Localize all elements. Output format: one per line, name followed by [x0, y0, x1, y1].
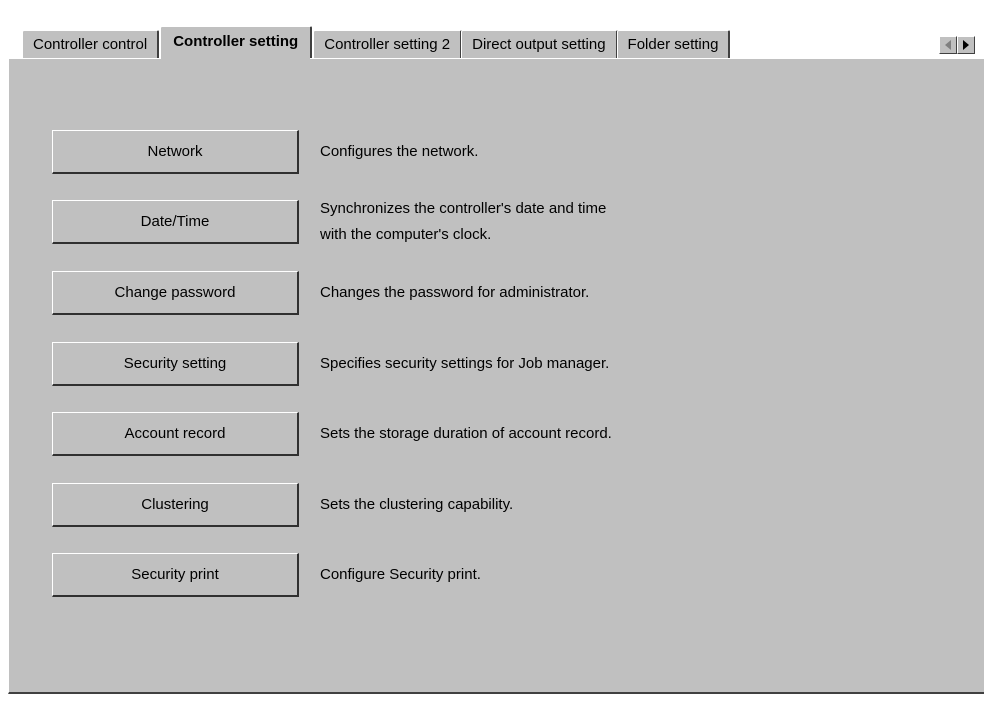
description-line: with the computer's clock.: [320, 226, 492, 243]
tab-scroll-right-button[interactable]: [957, 36, 975, 54]
setting-row-security-print: Security print Configure Security print.: [52, 553, 481, 597]
controller-settings-window: Controller control Controller setting Co…: [0, 0, 984, 709]
description-line: Configure Security print.: [320, 566, 481, 583]
controller-setting-panel: Network Configures the network. Date/Tim…: [8, 58, 984, 694]
setting-row-date-time: Date/Time Synchronizes the controller's …: [52, 200, 606, 244]
setting-row-account-record: Account record Sets the storage duration…: [52, 412, 612, 456]
date-time-button[interactable]: Date/Time: [52, 200, 299, 244]
tab-direct-output-setting[interactable]: Direct output setting: [461, 30, 618, 58]
change-password-description: Changes the password for administrator.: [320, 280, 589, 306]
tab-controller-control[interactable]: Controller control: [22, 30, 160, 58]
tab-controller-setting-2[interactable]: Controller setting 2: [313, 30, 463, 58]
tab-folder-setting[interactable]: Folder setting: [616, 30, 731, 58]
setting-row-security-setting: Security setting Specifies security sett…: [52, 342, 609, 386]
tab-scroll-arrows: [939, 36, 975, 54]
tab-controller-setting[interactable]: Controller setting: [160, 26, 313, 60]
arrow-right-icon: [963, 40, 969, 50]
clustering-description: Sets the clustering capability.: [320, 492, 513, 518]
description-line: Sets the clustering capability.: [320, 496, 514, 513]
security-setting-button[interactable]: Security setting: [52, 342, 299, 386]
description-line: Sets the storage duration of account rec…: [320, 425, 612, 442]
network-button[interactable]: Network: [52, 130, 299, 174]
security-setting-description: Specifies security settings for Job mana…: [320, 351, 609, 377]
description-line: Changes the password for administrator.: [320, 284, 590, 301]
tab-strip: Controller control Controller setting Co…: [22, 26, 731, 60]
setting-row-clustering: Clustering Sets the clustering capabilit…: [52, 483, 513, 527]
description-line: Specifies security settings for Job mana…: [320, 355, 610, 372]
network-description: Configures the network.: [320, 139, 478, 165]
account-record-button[interactable]: Account record: [52, 412, 299, 456]
setting-row-change-password: Change password Changes the password for…: [52, 271, 589, 315]
setting-row-network: Network Configures the network.: [52, 130, 478, 174]
change-password-button[interactable]: Change password: [52, 271, 299, 315]
date-time-description: Synchronizes the controller's date and t…: [320, 196, 606, 248]
account-record-description: Sets the storage duration of account rec…: [320, 421, 612, 447]
description-line: Configures the network.: [320, 143, 479, 160]
security-print-button[interactable]: Security print: [52, 553, 299, 597]
arrow-left-icon: [945, 40, 951, 50]
security-print-description: Configure Security print.: [320, 562, 481, 588]
description-line: Synchronizes the controller's date and t…: [320, 200, 607, 217]
tab-scroll-left-button[interactable]: [939, 36, 957, 54]
clustering-button[interactable]: Clustering: [52, 483, 299, 527]
